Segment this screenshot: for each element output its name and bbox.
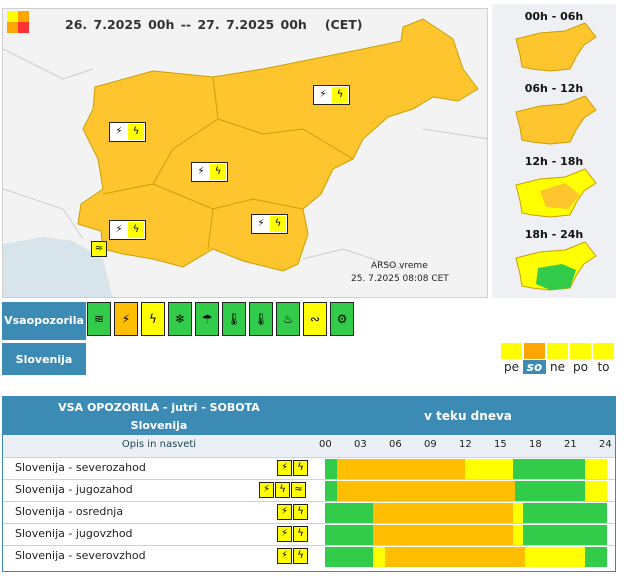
- lightning-icon: ϟ: [275, 482, 290, 498]
- table-row[interactable]: Slovenija - jugovzhod ⚡ ϟ: [3, 523, 615, 545]
- lightning-icon: ϟ: [293, 460, 308, 476]
- day-tab-to[interactable]: to: [592, 343, 615, 374]
- thunderstorm-icon: ⚡: [259, 482, 274, 498]
- coastal-icon[interactable]: ∾: [303, 302, 327, 336]
- table-row[interactable]: Slovenija - jugozahod ⚡ ϟ ≈: [3, 479, 615, 501]
- table-row[interactable]: Slovenija - severozahod ⚡ ϟ: [3, 457, 615, 479]
- warnings-table: VSA OPOZORILA - jutri - SOBOTA Slovenija…: [2, 396, 616, 572]
- thunderstorm-icon: ⚡: [277, 504, 292, 520]
- lightning-icon: ϟ: [293, 526, 308, 542]
- slot-00-06[interactable]: 00h - 06h: [492, 4, 616, 77]
- legend-icon: [7, 11, 29, 33]
- day-tab-pe[interactable]: pe: [500, 343, 523, 374]
- thunderstorm-icon: ⚡: [277, 548, 292, 564]
- icon-group-northeast[interactable]: ⚡ ϟ: [313, 85, 350, 105]
- slot-06-12[interactable]: 06h - 12h: [492, 77, 616, 150]
- wind-icon[interactable]: ≋: [87, 302, 111, 336]
- avalanche-icon[interactable]: ⚙: [330, 302, 354, 336]
- all-warnings-label[interactable]: Vsa opozorila: [2, 302, 86, 340]
- warning-types-row: ≋ ⚡ ϟ ❄ ☂ 🌡 🌡 ♨ ∾ ⚙: [86, 302, 616, 340]
- table-row[interactable]: Slovenija - osrednja ⚡ ϟ: [3, 501, 615, 523]
- rain-icon[interactable]: ☂: [195, 302, 219, 336]
- timeline-bar: [325, 525, 607, 545]
- timeline-bar: [325, 481, 607, 501]
- icon-group-southeast[interactable]: ⚡ ϟ: [251, 214, 288, 234]
- lightning-icon: ϟ: [293, 548, 308, 564]
- region-label[interactable]: Slovenija: [2, 343, 86, 375]
- table-row[interactable]: Slovenija - severovzhod ⚡ ϟ: [3, 545, 615, 567]
- day-tab-po[interactable]: po: [569, 343, 592, 374]
- thunderstorm-icon: ⚡: [193, 164, 209, 180]
- lightning-icon[interactable]: ϟ: [141, 302, 165, 336]
- warning-map[interactable]: 26. 7.2025 00h -- 27. 7.2025 00h (CET) ⚡ ϟ…: [2, 8, 488, 298]
- time-slot-panel: 00h - 06h 06h - 12h 12h - 18h 18h - 24h: [492, 4, 616, 298]
- thunderstorm-icon: ⚡: [111, 222, 127, 238]
- cold-icon[interactable]: 🌡: [249, 302, 273, 336]
- lightning-icon: ϟ: [270, 216, 286, 232]
- fire-icon[interactable]: ♨: [276, 302, 300, 336]
- heat-icon[interactable]: 🌡: [222, 302, 246, 336]
- slot-18-24[interactable]: 18h - 24h: [492, 223, 616, 296]
- thunderstorm-icon: ⚡: [315, 87, 331, 103]
- map-timestamp: 25. 7.2025 08:08 CET: [351, 274, 449, 284]
- thunderstorm-icon: ⚡: [277, 526, 292, 542]
- slovenia-map-svg: [3, 18, 487, 297]
- day-tab-so[interactable]: so: [523, 343, 546, 374]
- icon-group-southwest[interactable]: ⚡ ϟ: [109, 220, 146, 240]
- lightning-icon: ϟ: [128, 222, 144, 238]
- table-header: VSA OPOZORILA - jutri - SOBOTA Slovenija…: [3, 397, 615, 435]
- map-credit: ARSO vreme: [371, 261, 428, 271]
- slot-12-18[interactable]: 12h - 18h: [492, 150, 616, 223]
- advice-link[interactable]: Opis in nasveti: [3, 439, 315, 450]
- map-title: 26. 7.2025 00h -- 27. 7.2025 00h (CET): [65, 17, 363, 32]
- day-selector: pe so ne po to: [500, 343, 615, 374]
- wind-icon: ≈: [291, 482, 306, 498]
- thunderstorm-icon[interactable]: ⚡: [114, 302, 138, 336]
- icon-group-central[interactable]: ⚡ ϟ: [191, 162, 228, 182]
- lightning-icon: ϟ: [293, 504, 308, 520]
- timeline-bar: [325, 459, 607, 479]
- thunderstorm-icon: ⚡: [111, 124, 127, 140]
- table-subheader: Opis in nasveti 00 03 06 09 12 15 18 21 …: [3, 435, 615, 457]
- lightning-icon: ϟ: [128, 124, 144, 140]
- mini-map-icon: [515, 168, 597, 218]
- thunderstorm-icon: ⚡: [277, 460, 292, 476]
- mini-map-icon: [515, 95, 597, 145]
- thunderstorm-icon: ⚡: [253, 216, 269, 232]
- icon-group-northwest[interactable]: ⚡ ϟ: [109, 122, 146, 142]
- timeline-bar: [325, 503, 607, 523]
- timeline-bar: [325, 547, 607, 567]
- mini-map-icon: [515, 241, 597, 291]
- day-tab-ne[interactable]: ne: [546, 343, 569, 374]
- mini-map-icon: [515, 22, 597, 72]
- wind-icon[interactable]: ≈: [91, 241, 107, 257]
- lightning-icon: ϟ: [210, 164, 226, 180]
- lightning-icon: ϟ: [332, 87, 348, 103]
- snow-icon[interactable]: ❄: [168, 302, 192, 336]
